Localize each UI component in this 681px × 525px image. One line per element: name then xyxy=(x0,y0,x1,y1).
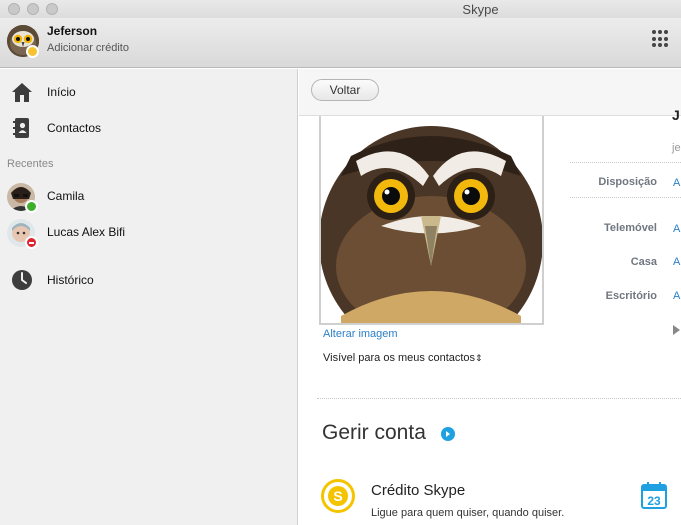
sidebar-item-home[interactable]: Início xyxy=(0,77,297,107)
manage-account-title[interactable]: Gerir conta xyxy=(322,421,426,445)
sidebar-item-label: Contactos xyxy=(47,121,102,135)
home-phone-value[interactable]: A xyxy=(673,256,680,268)
sidebar: Início Contactos Recentes Camila Lucas A… xyxy=(0,69,298,525)
office-phone-label: Escritório xyxy=(605,290,657,302)
clock-icon xyxy=(12,270,32,290)
profile-header: Jeferson Adicionar crédito xyxy=(0,18,681,68)
calendar-icon[interactable]: 23 xyxy=(640,481,668,509)
home-icon xyxy=(12,83,32,102)
skype-credit-title[interactable]: Crédito Skype xyxy=(371,482,465,499)
away-status-icon xyxy=(26,45,39,58)
sidebar-item-contacts[interactable]: Contactos xyxy=(0,113,297,143)
mobile-label: Telemóvel xyxy=(604,222,657,234)
profile-email: je xyxy=(672,142,681,154)
section-divider xyxy=(317,398,681,399)
skype-credit-subtitle: Ligue para quem quiser, quando quiser. xyxy=(371,507,565,519)
sidebar-item-history[interactable]: Histórico xyxy=(0,265,297,295)
office-phone-value[interactable]: A xyxy=(673,290,680,302)
divider xyxy=(570,162,681,163)
profile-photo[interactable] xyxy=(319,116,544,325)
change-image-link[interactable]: Alterar imagem xyxy=(323,328,398,340)
do-not-disturb-status-icon xyxy=(25,236,38,249)
mood-label: Disposição xyxy=(598,176,657,188)
contact-name: Camila xyxy=(47,189,85,203)
panel-toolbar: Voltar xyxy=(299,69,681,116)
home-phone-label: Casa xyxy=(630,256,657,268)
mood-value[interactable]: A xyxy=(673,177,680,189)
dialpad-icon[interactable] xyxy=(652,30,668,48)
expand-arrow-icon[interactable] xyxy=(673,325,680,335)
title-bar: Skype xyxy=(0,0,681,18)
window-title: Skype xyxy=(462,2,499,17)
recent-contact-camila[interactable]: Camila xyxy=(0,180,297,214)
add-credit-link[interactable]: Adicionar crédito xyxy=(47,42,129,54)
profile-panel: Voltar Alterar imagem Visível para os me… xyxy=(299,69,681,525)
contact-name: Lucas Alex Bifi xyxy=(47,225,126,239)
profile-name: J xyxy=(672,107,680,123)
updown-arrows-icon: ⇕ xyxy=(475,353,483,363)
visibility-value: Visível para os meus contactos xyxy=(323,352,476,364)
sidebar-item-label: Início xyxy=(47,85,76,99)
divider xyxy=(570,197,681,198)
user-name: Jeferson xyxy=(47,24,98,38)
mobile-value[interactable]: A xyxy=(673,223,680,235)
arrow-right-circle-icon[interactable] xyxy=(441,427,455,441)
skype-credit-icon: S xyxy=(321,479,355,513)
calendar-day: 23 xyxy=(647,494,661,508)
contacts-icon xyxy=(13,118,29,138)
online-status-icon xyxy=(25,200,38,213)
recents-heading: Recentes xyxy=(7,158,54,170)
sidebar-item-label: Histórico xyxy=(47,273,94,287)
back-button[interactable]: Voltar xyxy=(311,79,379,101)
recent-contact-lucas[interactable]: Lucas Alex Bifi xyxy=(0,216,297,250)
visibility-select[interactable]: Visível para os meus contactos⇕ xyxy=(323,352,483,364)
